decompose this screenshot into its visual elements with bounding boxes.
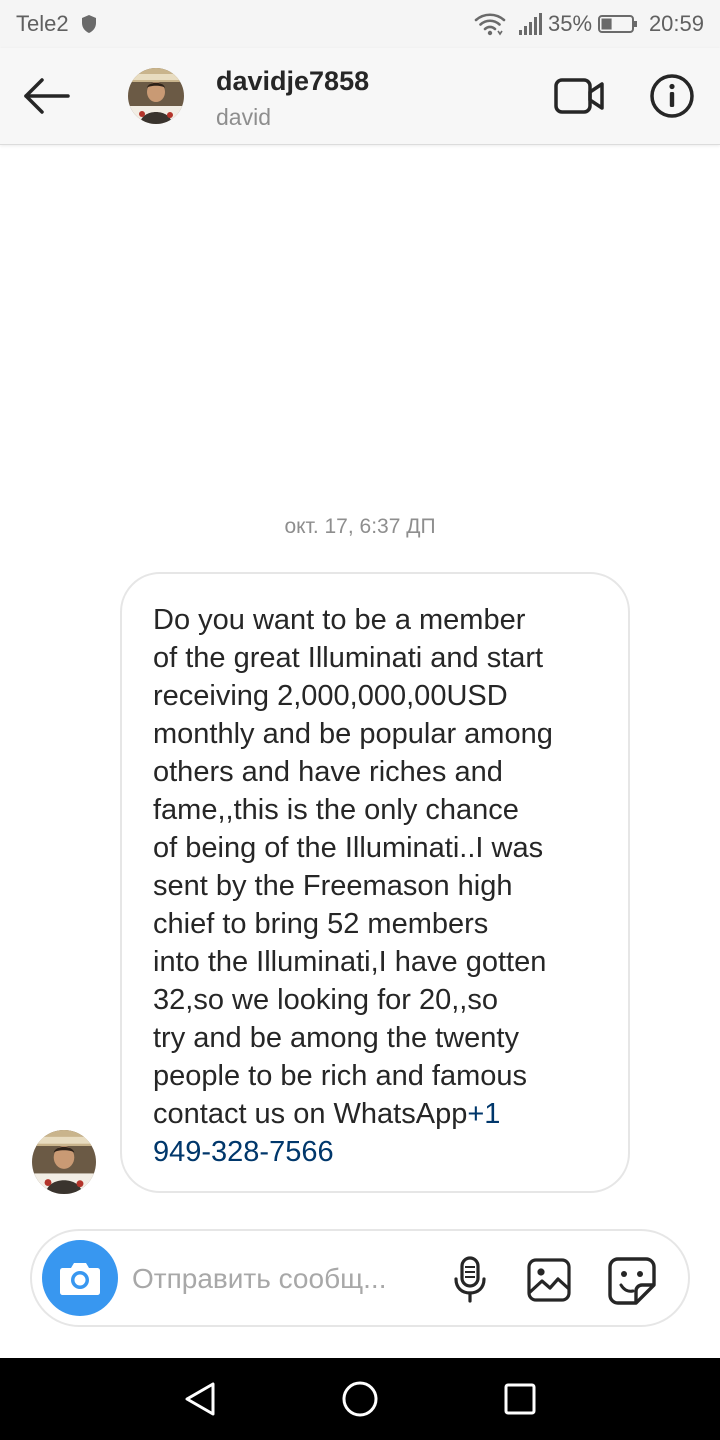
full-name: david (216, 104, 271, 130)
info-icon[interactable] (646, 70, 698, 122)
camera-icon (60, 1263, 100, 1295)
avatar[interactable] (128, 68, 184, 124)
microphone-icon[interactable] (450, 1255, 490, 1305)
nav-back-icon[interactable] (182, 1380, 218, 1418)
sender-avatar-photo (32, 1130, 96, 1194)
battery-level-fill (601, 18, 612, 30)
carrier-name: Tele2 (16, 11, 69, 36)
message-body: Do you want to be a member of the great … (153, 604, 553, 1130)
gallery-icon[interactable] (526, 1257, 572, 1303)
wifi-icon (474, 13, 506, 36)
battery-icon (598, 15, 637, 33)
navigation-bar (0, 1358, 720, 1440)
camera-button[interactable] (42, 1240, 118, 1316)
status-bar: Tele2 35% 20:59 (0, 0, 720, 48)
avatar-photo (128, 68, 184, 124)
chat-header: davidje7858 david (0, 48, 720, 145)
clock: 20:59 (648, 11, 704, 36)
message-composer (30, 1229, 690, 1327)
nav-home-icon[interactable] (340, 1379, 380, 1419)
username[interactable]: davidje7858 (216, 65, 369, 97)
shield-icon (82, 15, 96, 33)
message-timestamp: окт. 17, 6:37 ДП (284, 515, 436, 538)
message-text: Do you want to be a member of the great … (153, 601, 608, 1171)
signal-icon (519, 13, 542, 35)
battery-percentage: 35% (548, 11, 593, 36)
back-arrow-icon[interactable] (16, 70, 76, 122)
message-input[interactable] (132, 1251, 432, 1307)
instagram-direct-thread: Tele2 35% 20:59 davidje7858 david окт. 1… (0, 0, 720, 1440)
nav-recents-icon[interactable] (504, 1383, 536, 1415)
sticker-icon[interactable] (606, 1255, 658, 1307)
sender-avatar[interactable] (32, 1130, 96, 1194)
video-camera-icon[interactable] (550, 72, 610, 120)
message-bubble[interactable]: Do you want to be a member of the great … (120, 572, 630, 1193)
